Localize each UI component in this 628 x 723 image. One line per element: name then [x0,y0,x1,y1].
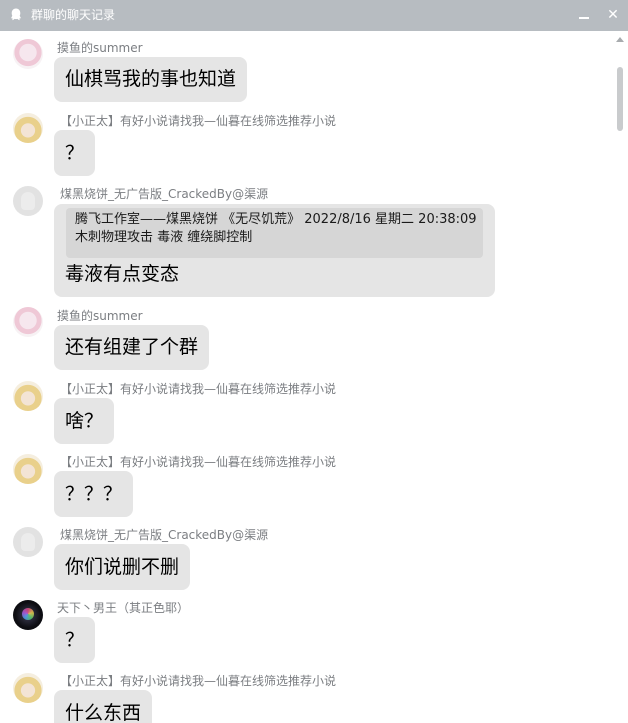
message-bubble[interactable]: 啥？ [54,398,115,444]
sender-name: 【小正太】有好小说请找我—仙暮在线筛选推荐小说 [60,455,337,469]
window-title: 群聊的聊天记录 [31,8,116,22]
message-bubble[interactable]: 什么东西 [54,690,153,723]
avatar[interactable] [13,39,43,69]
quoted-message[interactable]: 腾飞工作室——煤黑烧饼 《无尽饥荒》 2022/8/16 星期二 20:38:0… [66,208,483,258]
close-icon[interactable]: ✕ [602,5,624,25]
avatar[interactable] [13,186,43,216]
sender-name: 煤黑烧饼_无广告版_CrackedBy@渠源 [60,528,269,542]
message-item: 煤黑烧饼_无广告版_CrackedBy@渠源 腾飞工作室——煤黑烧饼 《无尽饥荒… [0,177,610,299]
message-item: 摸鱼的summer 仙棋骂我的事也知道 [0,31,610,103]
sender-name: 天下丶男王（其正色耶） [57,601,190,615]
avatar[interactable] [13,113,43,143]
sender-name: 【小正太】有好小说请找我—仙暮在线筛选推荐小说 [60,674,337,688]
minimize-icon[interactable] [573,5,595,25]
message-bubble[interactable]: ？？？ [54,471,134,517]
message-item: 煤黑烧饼_无广告版_CrackedBy@渠源 你们说删不删 [0,518,610,591]
message-text: 毒液有点变态 [65,263,180,285]
sender-name: 煤黑烧饼_无广告版_CrackedBy@渠源 [60,187,269,201]
message-item: 【小正太】有好小说请找我—仙暮在线筛选推荐小说 ？？？ [0,445,610,518]
message-item: 天下丶男王（其正色耶） ？ [0,591,610,664]
avatar[interactable] [13,600,43,630]
quoted-header: 腾飞工作室——煤黑烧饼 《无尽饥荒》 2022/8/16 星期二 20:38:0… [75,212,477,227]
message-item: 摸鱼的summer 还有组建了个群 [0,299,610,371]
title-bar: 群聊的聊天记录 ✕ [0,0,628,31]
message-item: 【小正太】有好小说请找我—仙暮在线筛选推荐小说 什么东西 [0,664,610,723]
message-bubble[interactable]: ？ [54,617,96,663]
scroll-thumb[interactable] [617,67,623,131]
avatar[interactable] [13,454,43,484]
scroll-up-arrow-icon[interactable] [616,37,624,42]
message-bubble[interactable]: 仙棋骂我的事也知道 [54,57,248,102]
message-bubble[interactable]: 你们说删不删 [54,544,191,590]
sender-name: 【小正太】有好小说请找我—仙暮在线筛选推荐小说 [60,114,337,128]
quoted-text: 木刺物理攻击 毒液 缠绕脚控制 [75,230,253,245]
sender-name: 摸鱼的summer [57,41,143,55]
avatar[interactable] [13,527,43,557]
message-bubble[interactable]: 还有组建了个群 [54,325,210,370]
chat-app-icon [11,8,21,21]
message-bubble[interactable]: ？ [54,130,96,176]
chat-history[interactable]: 摸鱼的summer 仙棋骂我的事也知道 【小正太】有好小说请找我—仙暮在线筛选推… [0,31,628,723]
avatar[interactable] [13,307,43,337]
message-item: 【小正太】有好小说请找我—仙暮在线筛选推荐小说 啥？ [0,371,610,445]
vertical-scrollbar[interactable] [612,31,628,723]
avatar[interactable] [13,381,43,411]
sender-name: 摸鱼的summer [57,309,143,323]
message-item: 【小正太】有好小说请找我—仙暮在线筛选推荐小说 ？ [0,103,610,177]
sender-name: 【小正太】有好小说请找我—仙暮在线筛选推荐小说 [60,382,337,396]
avatar[interactable] [13,673,43,703]
